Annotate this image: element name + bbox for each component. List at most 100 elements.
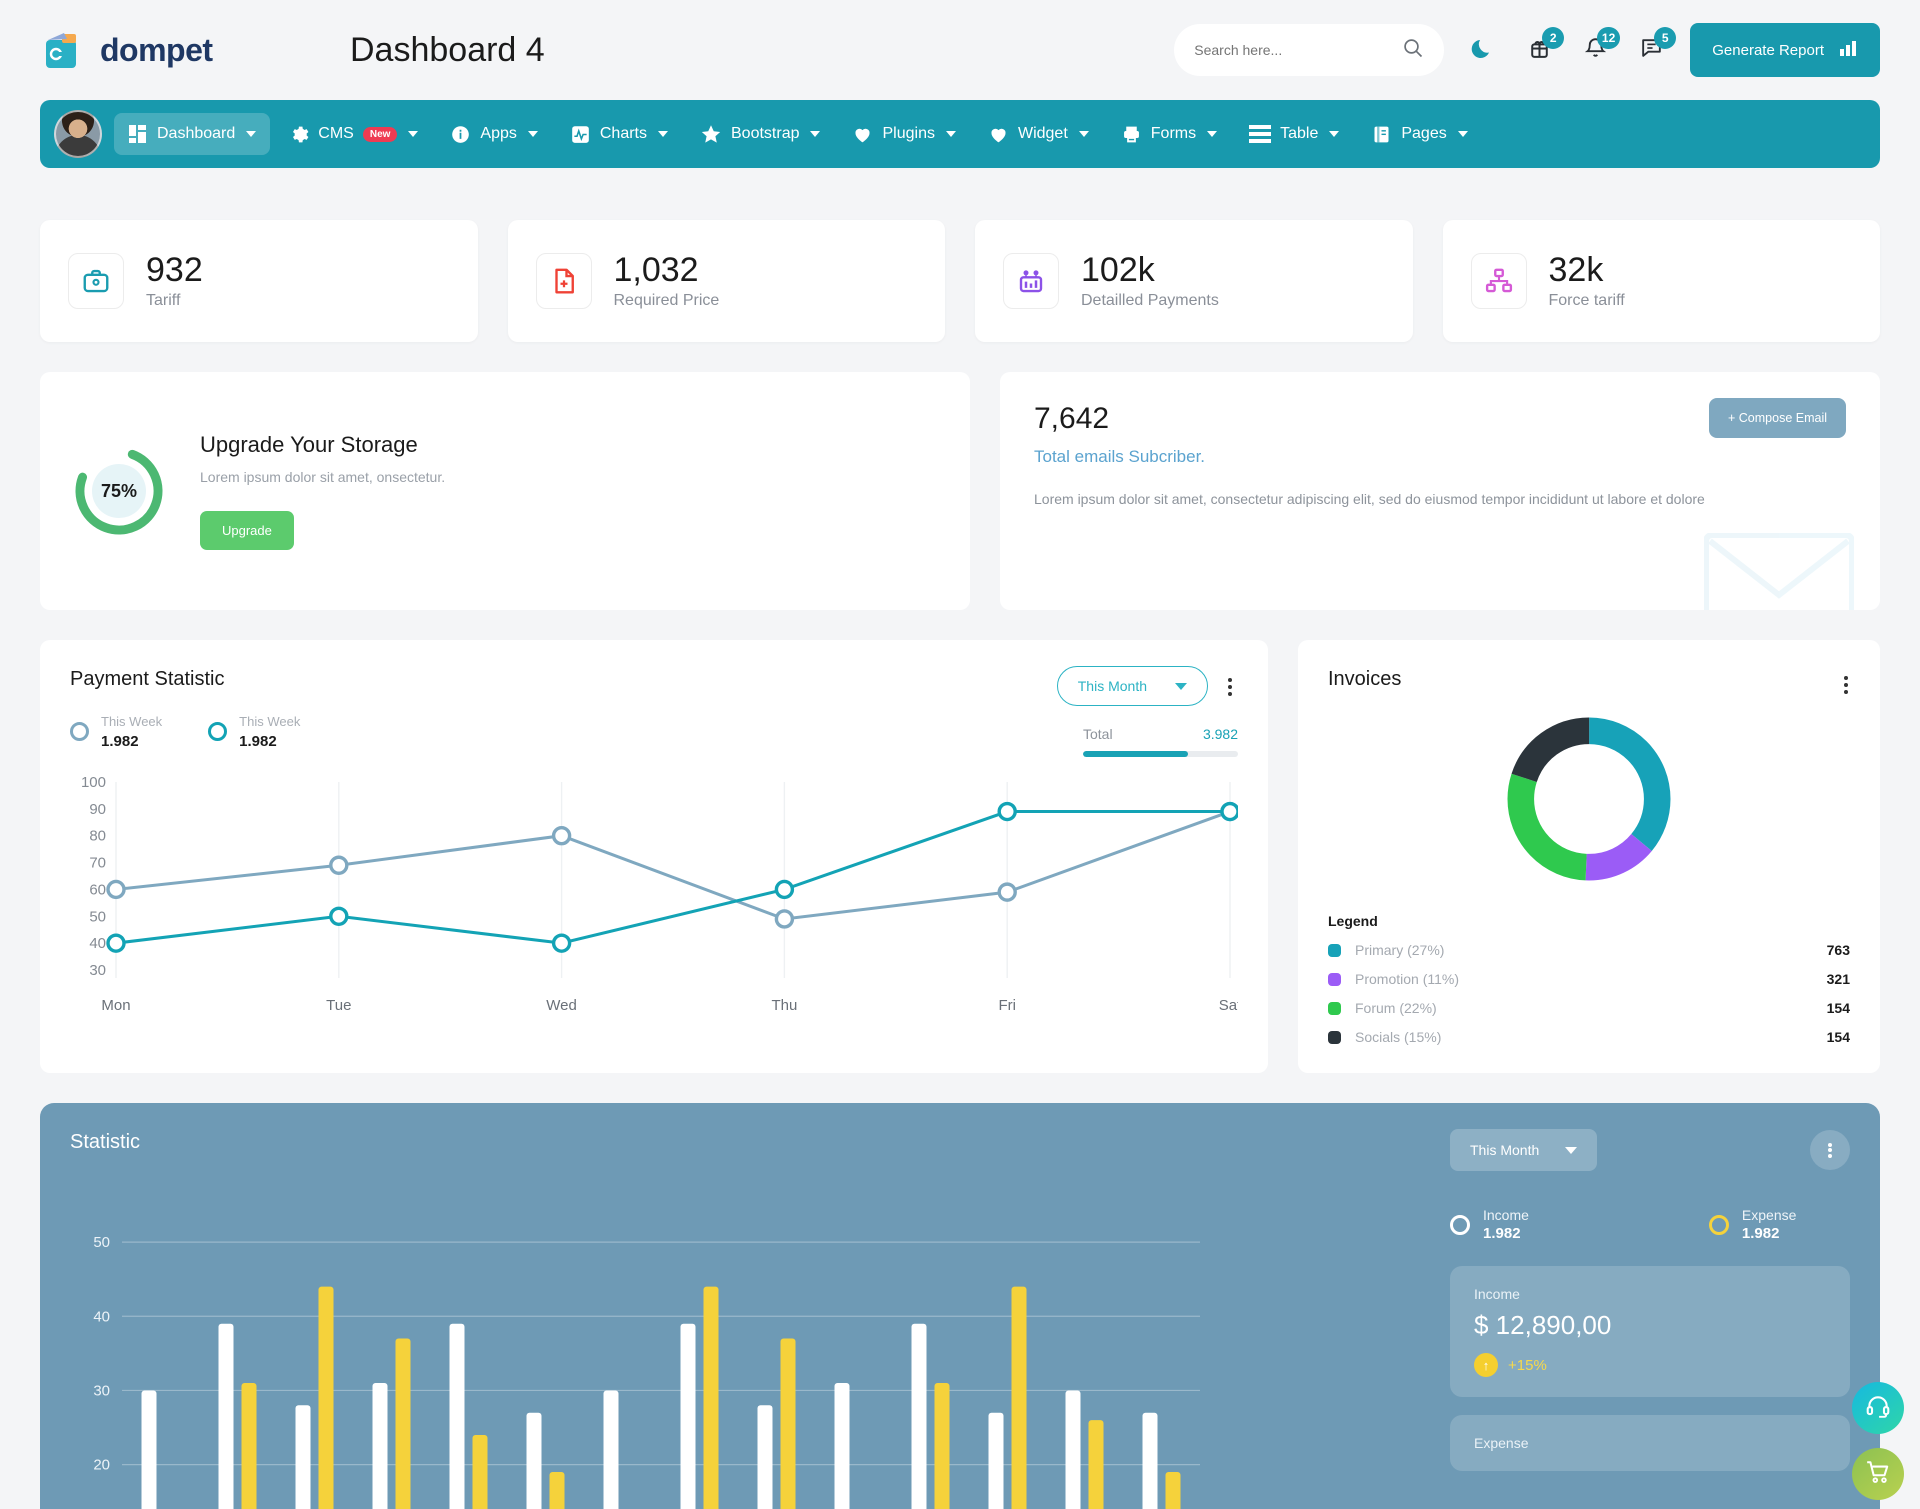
legend-label: Expense	[1741, 1207, 1797, 1223]
kebab-menu-icon[interactable]	[1838, 664, 1854, 706]
nav-item-forms[interactable]: Forms	[1107, 113, 1231, 156]
brand-name: dompet	[100, 31, 213, 68]
kpi-value: 32k	[1548, 251, 1604, 290]
kebab-menu-icon[interactable]	[1222, 666, 1238, 708]
generate-report-button[interactable]: Generate Report	[1690, 23, 1880, 77]
legend-item[interactable]: This Week 1.982	[70, 713, 162, 750]
invoices-title: Invoices	[1328, 668, 1402, 690]
legend-item[interactable]: Socials (15%) 154	[1328, 1029, 1850, 1045]
gifts-button[interactable]: 2	[1522, 27, 1565, 67]
statistic-tools: This Month	[1450, 1129, 1850, 1171]
total-value: 3.982	[1202, 726, 1238, 742]
kpi-card-required-price[interactable]: 1,032 Required Price	[507, 220, 945, 342]
legend-item[interactable]: Promotion (11%) 321	[1328, 971, 1850, 987]
statistic-legend: Income 1.982 Expense 1.982	[1450, 1207, 1850, 1242]
nav-item-cms[interactable]: CMS New	[274, 113, 432, 156]
legend-item[interactable]: Expense 1.982	[1708, 1207, 1797, 1242]
legend-item[interactable]: Primary (27%) 763	[1328, 942, 1850, 958]
period-select[interactable]: This Month	[1056, 666, 1208, 706]
nav-item-table[interactable]: Table	[1235, 114, 1353, 154]
kpi-card-force-tariff[interactable]: 32k Force tariff	[1442, 220, 1880, 342]
chevron-down-icon	[658, 131, 668, 137]
nav-label: Table	[1280, 125, 1319, 142]
legend-marker-icon	[208, 722, 228, 741]
income-delta-value: +15%	[1508, 1356, 1547, 1374]
legend-value: 321	[1826, 971, 1850, 987]
legend-value: 154	[1826, 1000, 1850, 1016]
compose-email-button[interactable]: + Compose Email	[1709, 398, 1846, 438]
brand-logo[interactable]: dompet	[40, 26, 290, 74]
svg-text:30: 30	[89, 962, 106, 979]
printer-icon	[1121, 124, 1142, 145]
cart-fab[interactable]	[1852, 1448, 1904, 1500]
legend-label: This Week	[101, 714, 163, 729]
upgrade-button[interactable]: Upgrade	[200, 511, 294, 550]
legend-label: Forum (22%)	[1355, 1000, 1437, 1016]
svg-text:40: 40	[89, 935, 106, 952]
legend-swatch-icon	[1328, 1001, 1341, 1015]
payment-statistic-card: Payment Statistic This Week 1.982 This W…	[40, 640, 1268, 1073]
income-summary-card: Income $ 12,890,00 ↑ +15%	[1450, 1266, 1850, 1397]
kebab-menu-icon[interactable]	[1810, 1130, 1850, 1170]
avatar[interactable]	[54, 110, 102, 158]
notifications-button[interactable]: 12	[1578, 27, 1621, 67]
email-description: Lorem ipsum dolor sit amet, consectetur …	[1034, 491, 1705, 507]
mid-row: 75% Upgrade Your Storage Lorem ipsum dol…	[40, 372, 1880, 610]
search-box[interactable]	[1174, 24, 1445, 76]
chevron-down-icon	[1078, 131, 1089, 137]
legend-label: Promotion (11%)	[1355, 971, 1460, 987]
legend-value: 763	[1826, 942, 1850, 958]
nav-item-apps[interactable]: Apps	[436, 113, 551, 156]
messages-button[interactable]: 5	[1634, 27, 1677, 67]
email-subtitle: Total emails Subcriber.	[1034, 447, 1206, 466]
chat-badge: 5	[1654, 27, 1677, 49]
nav-item-widget[interactable]: Widget	[974, 113, 1103, 156]
svg-text:20: 20	[93, 1457, 110, 1474]
kpi-card-detailled-payments[interactable]: 102k Detailled Payments	[975, 220, 1413, 342]
dark-mode-toggle[interactable]	[1466, 33, 1500, 67]
search-icon[interactable]	[1402, 37, 1424, 64]
legend-value: 154	[1826, 1029, 1850, 1045]
chevron-down-icon	[1329, 131, 1340, 137]
rows-icon	[1249, 125, 1272, 143]
nav-label: Apps	[480, 125, 517, 142]
legend-item[interactable]: This Week 1.982	[208, 713, 300, 750]
nav-label: Dashboard	[157, 125, 236, 142]
legend-item[interactable]: Income 1.982	[1450, 1207, 1529, 1242]
nav-label: Charts	[599, 125, 647, 142]
svg-text:100: 100	[81, 774, 106, 791]
kpi-label: Detailled Payments	[1081, 291, 1219, 309]
total-progress-bar	[1083, 751, 1238, 757]
period-select[interactable]: This Month	[1450, 1129, 1598, 1171]
info-icon	[450, 124, 471, 145]
nav-label: CMS	[318, 125, 354, 142]
nav-item-bootstrap[interactable]: Bootstrap	[686, 112, 834, 156]
support-fab[interactable]	[1852, 1382, 1904, 1434]
chevron-down-icon	[246, 131, 257, 137]
kpi-card-tariff[interactable]: 932 Tariff	[40, 220, 478, 342]
legend-item[interactable]: Forum (22%) 154	[1328, 1000, 1850, 1016]
expense-summary-card: Expense	[1450, 1415, 1850, 1471]
pulse-icon	[570, 124, 591, 145]
star-icon	[700, 123, 722, 145]
book-icon	[1371, 124, 1392, 145]
chart-row: Payment Statistic This Week 1.982 This W…	[40, 640, 1880, 1073]
upgrade-storage-card: 75% Upgrade Your Storage Lorem ipsum dol…	[40, 372, 970, 610]
nav-item-dashboard[interactable]: Dashboard	[114, 113, 271, 155]
svg-text:40: 40	[93, 1308, 110, 1325]
nav-item-plugins[interactable]: Plugins	[838, 113, 969, 156]
nav-item-pages[interactable]: Pages	[1357, 113, 1481, 156]
chevron-down-icon	[810, 131, 821, 137]
search-input[interactable]	[1194, 42, 1393, 58]
page-title: Dashboard 4	[350, 30, 545, 69]
dashboard-page: dompet Dashboard 4 2	[0, 0, 1920, 1509]
legend-value: 1.982	[1483, 1225, 1521, 1242]
kpi-value: 102k	[1081, 251, 1155, 290]
legend-swatch-icon	[1328, 943, 1341, 957]
briefcase-icon	[68, 253, 124, 309]
nav-item-charts[interactable]: Charts	[556, 113, 682, 156]
heart-icon	[852, 124, 873, 145]
main-navbar: Dashboard CMS New Apps Charts Bootstrap …	[40, 100, 1880, 168]
kpi-label: Required Price	[613, 291, 720, 309]
legend-value: 1.982	[101, 733, 139, 750]
